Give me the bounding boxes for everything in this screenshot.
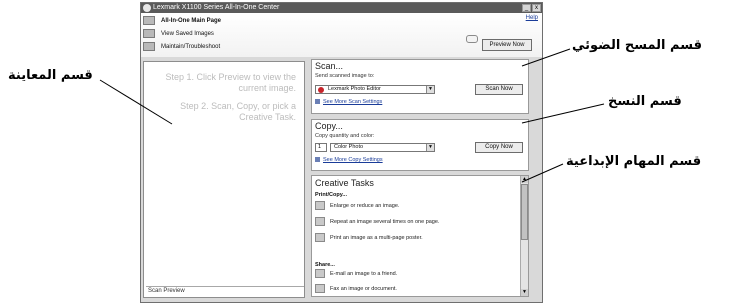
callout-preview-section: قسم المعاينة [8,68,93,83]
leader-creative [521,163,564,183]
callout-creative-tasks: قسم المهام الإبداعية [566,154,702,169]
leader-preview [99,79,173,125]
callout-scan-section: قسم المسح الضوئي [572,38,702,53]
leader-copy [521,103,605,124]
leader-scan [521,48,571,67]
callout-copy-section: قسم النسخ [608,94,682,109]
